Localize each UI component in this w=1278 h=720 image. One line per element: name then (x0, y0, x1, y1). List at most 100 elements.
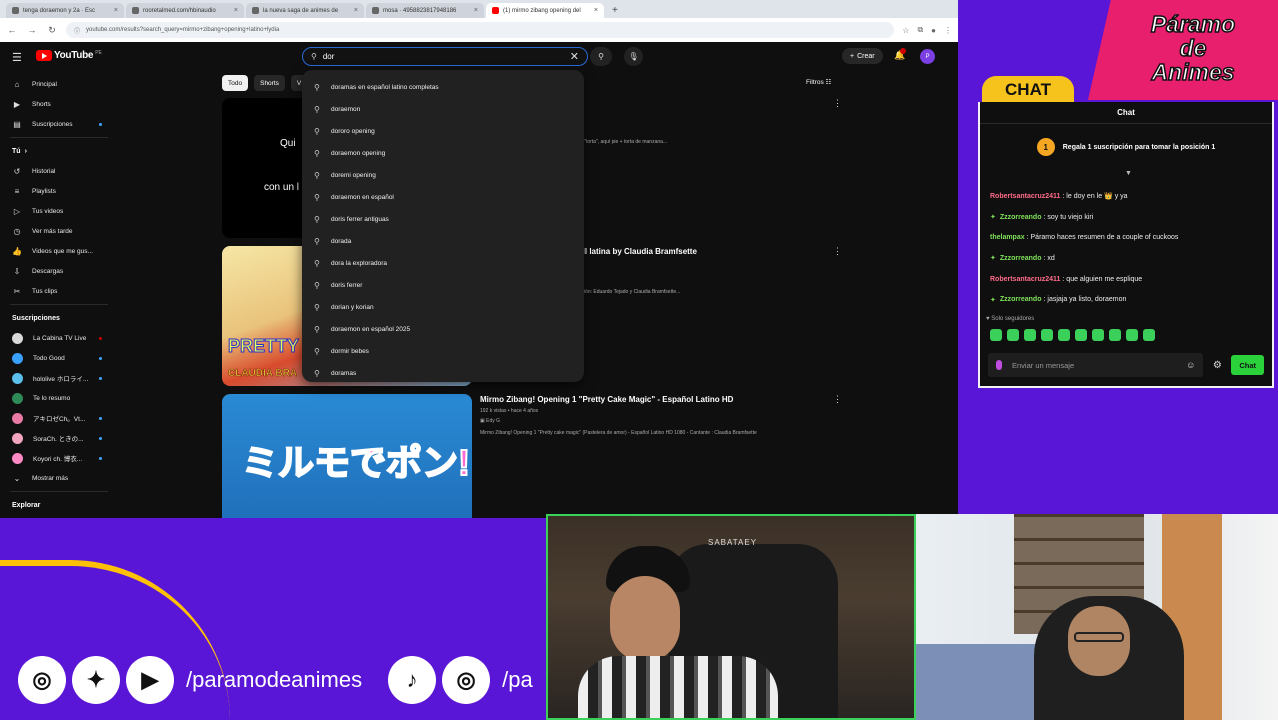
sidebar-item[interactable]: ✂ Tus clips (0, 281, 118, 301)
search-suggestion[interactable]: ⚲ dormir bebes (302, 340, 584, 362)
search-suggestion[interactable]: ⚲ dorian y korian (302, 296, 584, 318)
browser-tab[interactable]: la nueva saga de animes de × (246, 3, 364, 18)
show-more-button[interactable]: ⌄ Mostrar más (0, 468, 118, 488)
sidebar-item[interactable]: ⌂ Principal (0, 74, 118, 94)
sidebar-item[interactable]: ≡ Playlists (0, 181, 118, 201)
sidebar-item-channel[interactable]: La Cabina TV Live (0, 328, 118, 348)
search-suggestion[interactable]: ⚲ doris ferrer antiguas (302, 208, 584, 230)
back-icon[interactable]: ← (6, 25, 18, 35)
sidebar-item[interactable]: ↺ Historial (0, 161, 118, 181)
filter-chip[interactable]: Todo (222, 75, 249, 91)
browser-tab[interactable]: mosa · 4958823817948186 × (366, 3, 484, 18)
hamburger-menu-icon[interactable]: ☰ (12, 51, 22, 64)
reload-icon[interactable]: ↻ (46, 25, 58, 36)
instagram-icon: ◎ (442, 656, 491, 704)
channel-row[interactable]: ▣ Edy G (480, 418, 836, 425)
followers-only-text: Solo seguidores (991, 316, 1035, 322)
browser-menu-icon[interactable]: ⋮ (944, 26, 952, 35)
chat-input-wrap[interactable]: ☺ (988, 353, 1204, 377)
close-icon[interactable]: × (354, 7, 358, 14)
sidebar-item-channel[interactable]: SoraCh. ときの... (0, 428, 118, 448)
clear-search-icon[interactable]: ✕ (570, 50, 579, 63)
channel-name: Todo Good (33, 354, 65, 362)
chat-username[interactable]: Zzzorreando (1000, 296, 1042, 303)
search-suggestion[interactable]: ⚲ dororo opening (302, 120, 584, 142)
more-options-icon[interactable]: ⋮ (833, 98, 842, 109)
sidebar-item-channel[interactable]: Todo Good (0, 348, 118, 368)
search-button[interactable]: ⚲ (590, 47, 612, 66)
emote-icon[interactable] (1041, 329, 1053, 341)
bed (916, 644, 1046, 720)
sidebar-item[interactable]: ⇩ Descargas (0, 261, 118, 281)
moderator-badge-icon: ✦ (990, 296, 996, 304)
send-chat-button[interactable]: Chat (1231, 355, 1264, 375)
sidebar-item[interactable]: ▶ Shorts (0, 94, 118, 114)
sidebar-section-you[interactable]: Tú › (0, 141, 118, 161)
emote-icon[interactable] (1007, 329, 1019, 341)
extensions-icon[interactable]: ⧉ (917, 25, 923, 35)
chat-username[interactable]: thelampax (990, 234, 1025, 241)
browser-tab[interactable]: (1) mirmo zibang opening del × (486, 3, 604, 18)
forward-icon[interactable]: → (26, 25, 38, 35)
search-suggestion[interactable]: ⚲ doramas en español latino completas (302, 76, 584, 98)
chat-input[interactable] (1012, 360, 1162, 370)
search-suggestion[interactable]: ⚲ doramas (302, 362, 584, 384)
search-suggestion[interactable]: ⚲ doraemon en español 2025 (302, 318, 584, 340)
emote-icon[interactable] (1143, 329, 1155, 341)
avatar[interactable]: P (920, 49, 935, 64)
search-suggestion[interactable]: ⚲ doremi opening (302, 164, 584, 186)
video-thumbnail[interactable]: ミルモでポン! (222, 394, 472, 518)
close-icon[interactable]: × (114, 7, 118, 14)
search-suggestion[interactable]: ⚲ doris ferrer (302, 274, 584, 296)
chevron-down-icon[interactable]: ▼ (1125, 170, 1132, 177)
search-suggestion[interactable]: ⚲ doraemon (302, 98, 584, 120)
site-info-icon[interactable]: ⓘ (74, 26, 80, 35)
sidebar-item-channel[interactable]: hololive ホロライ... (0, 368, 118, 388)
gear-icon[interactable]: ⚙ (1209, 360, 1225, 371)
emote-icon[interactable] (1024, 329, 1036, 341)
video-result[interactable]: ミルモでポン! Mirmo Zibang! Opening 1 "Pretty … (222, 394, 842, 518)
voice-search-icon[interactable]: 🎙 (624, 47, 643, 66)
close-icon[interactable]: × (234, 7, 238, 14)
sidebar-item[interactable]: ▤ Suscripciones (0, 114, 118, 134)
bookmark-star-icon[interactable]: ☆ (902, 26, 909, 35)
emote-icon[interactable] (1075, 329, 1087, 341)
emote-icon[interactable] (1092, 329, 1104, 341)
search-input[interactable] (322, 52, 553, 61)
search-box[interactable]: ⚲ ✕ (302, 47, 588, 66)
search-suggestion[interactable]: ⚲ doraemon en español (302, 186, 584, 208)
create-button[interactable]: + Crear (842, 48, 883, 64)
chat-username[interactable]: Robertsantacruz2411 (990, 276, 1060, 283)
chat-username[interactable]: Robertsantacruz2411 (990, 193, 1060, 200)
url-bar[interactable]: ⓘ youtube.com/results?search_query=mirmo… (66, 22, 895, 38)
sidebar-item[interactable]: ◷ Ver más tarde (0, 221, 118, 241)
filters-button[interactable]: Filtros ☷ (806, 78, 831, 86)
emote-icon[interactable] (1058, 329, 1070, 341)
emote-icon[interactable] (990, 329, 1002, 341)
search-suggestion[interactable]: ⚲ doraemon opening (302, 142, 584, 164)
search-suggestion[interactable]: ⚲ dora la exploradora (302, 252, 584, 274)
youtube-logo[interactable]: YouTube PE (36, 50, 102, 61)
new-tab-button[interactable]: + (612, 5, 618, 16)
more-options-icon[interactable]: ⋮ (833, 246, 842, 257)
sidebar-item-channel[interactable]: アキロゼCh。Vt... (0, 408, 118, 428)
sidebar-item-channel[interactable]: Koyori ch. 博衣... (0, 448, 118, 468)
emote-icon[interactable] (1109, 329, 1121, 341)
more-options-icon[interactable]: ⋮ (833, 394, 842, 405)
filter-chip[interactable]: Shorts (254, 75, 285, 91)
sidebar-item-channel[interactable]: Te lo resumo (0, 388, 118, 408)
chat-username[interactable]: Zzzorreando (1000, 255, 1042, 262)
close-icon[interactable]: × (474, 7, 478, 14)
chat-username[interactable]: Zzzorreando (1000, 214, 1042, 221)
browser-tab[interactable]: tenga doraemon y 2a · Esc × (6, 3, 124, 18)
sidebar-item[interactable]: 👍 Videos que me gus... (0, 241, 118, 261)
close-icon[interactable]: × (594, 7, 598, 14)
sidebar-item[interactable]: ▷ Tus videos (0, 201, 118, 221)
profile-icon[interactable]: ● (931, 26, 936, 35)
search-suggestion[interactable]: ⚲ dorada (302, 230, 584, 252)
emoji-icon[interactable]: ☺ (1186, 360, 1195, 370)
gift-sub-promo[interactable]: 1 Regala 1 suscripción para tomar la pos… (980, 136, 1272, 158)
video-title[interactable]: Mirmo Zibang! Opening 1 "Pretty Cake Mag… (480, 394, 836, 405)
browser-tab[interactable]: rooretalmed.com/hbinaudio × (126, 3, 244, 18)
emote-icon[interactable] (1126, 329, 1138, 341)
